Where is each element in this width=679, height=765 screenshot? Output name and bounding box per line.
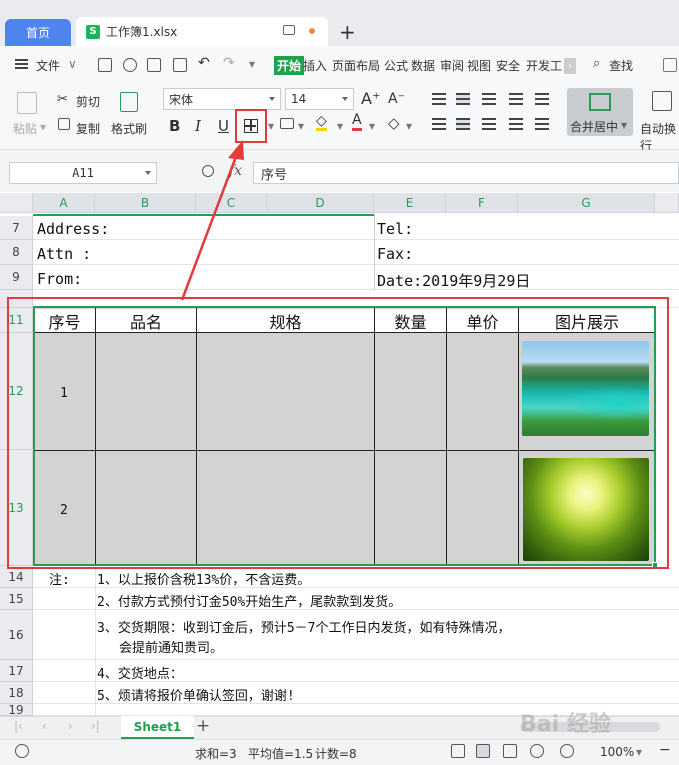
macro-record-icon[interactable] — [15, 744, 29, 758]
last-sheet-icon[interactable]: ›| — [91, 719, 100, 733]
page-layout-view-icon[interactable] — [503, 744, 517, 758]
page-break-view-icon[interactable] — [530, 744, 544, 758]
prev-sheet-icon[interactable]: ‹ — [42, 719, 47, 733]
status-count: 计数=8 — [315, 747, 357, 761]
status-average: 平均值=1.5 — [248, 747, 314, 761]
annotation-arrow — [180, 140, 244, 301]
watermark-logo: Bai 经验 — [520, 712, 611, 737]
eye-protection-icon[interactable] — [560, 744, 574, 758]
normal-view-icon[interactable] — [476, 744, 490, 758]
zoom-dropdown-icon[interactable]: ▾ — [636, 745, 642, 759]
zoom-out-icon[interactable]: − — [659, 742, 671, 758]
fullscreen-icon[interactable] — [451, 744, 465, 758]
add-sheet-plus-icon[interactable]: + — [196, 716, 210, 736]
first-sheet-icon[interactable]: |‹ — [14, 719, 23, 733]
next-sheet-icon[interactable]: › — [68, 719, 73, 733]
status-sum: 求和=3 — [195, 747, 237, 761]
sheet-tab-sheet1[interactable]: Sheet1 — [121, 716, 194, 739]
zoom-level[interactable]: 100% — [600, 745, 634, 759]
